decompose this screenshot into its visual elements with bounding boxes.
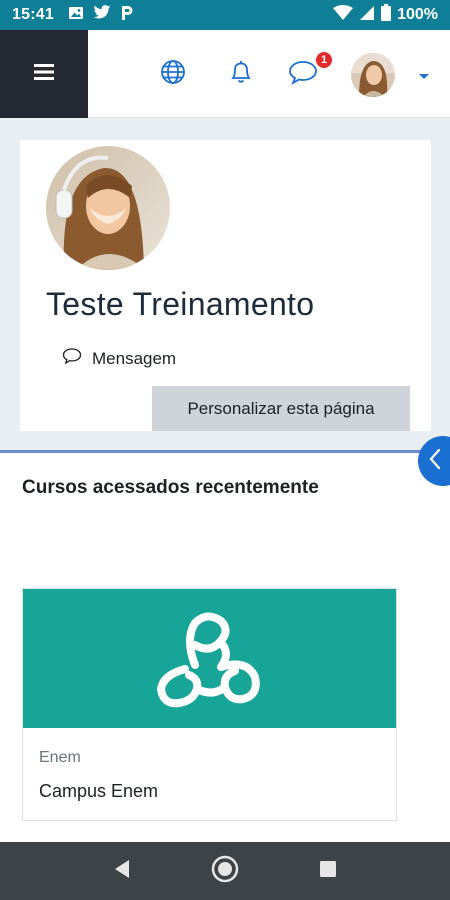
recent-courses-block: Cursos acessados recentemente Enem Campu…: [0, 450, 450, 842]
back-triangle-icon: [113, 859, 131, 884]
user-avatar[interactable]: [351, 53, 395, 97]
notification-icons: [68, 5, 134, 26]
recents-button[interactable]: [308, 851, 348, 891]
customize-page-button[interactable]: Personalizar esta página: [152, 386, 410, 431]
chevron-left-icon: [428, 448, 442, 475]
recents-square-icon: [319, 860, 337, 883]
comment-icon: [62, 347, 82, 370]
status-time: 15:41: [12, 6, 54, 23]
profile-header-card: Teste Treinamento Mensagem Personalizar …: [20, 140, 431, 431]
send-message-label: Mensagem: [92, 348, 177, 368]
profile-name: Teste Treinamento: [46, 286, 315, 322]
send-message-link[interactable]: Mensagem: [62, 347, 176, 370]
battery-percentage: 100%: [397, 6, 438, 23]
globe-icon: [160, 59, 186, 90]
notifications-button[interactable]: [223, 56, 259, 92]
system-icons: 100%: [333, 4, 438, 26]
home-button[interactable]: [205, 851, 245, 891]
signal-icon: [359, 5, 375, 26]
status-bar: 15:41 100%: [0, 0, 450, 30]
p-app-icon: [120, 5, 134, 26]
chat-icon: [288, 59, 318, 90]
course-image: [23, 589, 396, 728]
chevron-down-icon: [418, 68, 430, 85]
battery-icon: [381, 4, 392, 26]
image-icon: [68, 5, 84, 26]
menu-icon: [34, 63, 54, 85]
language-menu[interactable]: [155, 56, 191, 92]
android-nav-bar: [0, 842, 450, 900]
home-circle-icon: [210, 854, 240, 889]
user-menu-toggle[interactable]: [418, 68, 430, 86]
nav-drawer-toggle[interactable]: [0, 30, 88, 118]
course-card[interactable]: Enem Campus Enem: [22, 588, 397, 821]
bell-icon: [229, 59, 253, 90]
wifi-icon: [333, 4, 354, 26]
top-navbar: 1: [0, 30, 450, 118]
course-name[interactable]: Campus Enem: [39, 781, 158, 802]
recent-courses-title: Cursos acessados recentemente: [22, 477, 319, 498]
back-button[interactable]: [102, 851, 142, 891]
message-count-badge: 1: [314, 50, 334, 70]
twitter-icon: [93, 5, 111, 25]
course-category: Enem: [39, 749, 81, 766]
profile-picture: [46, 146, 170, 270]
